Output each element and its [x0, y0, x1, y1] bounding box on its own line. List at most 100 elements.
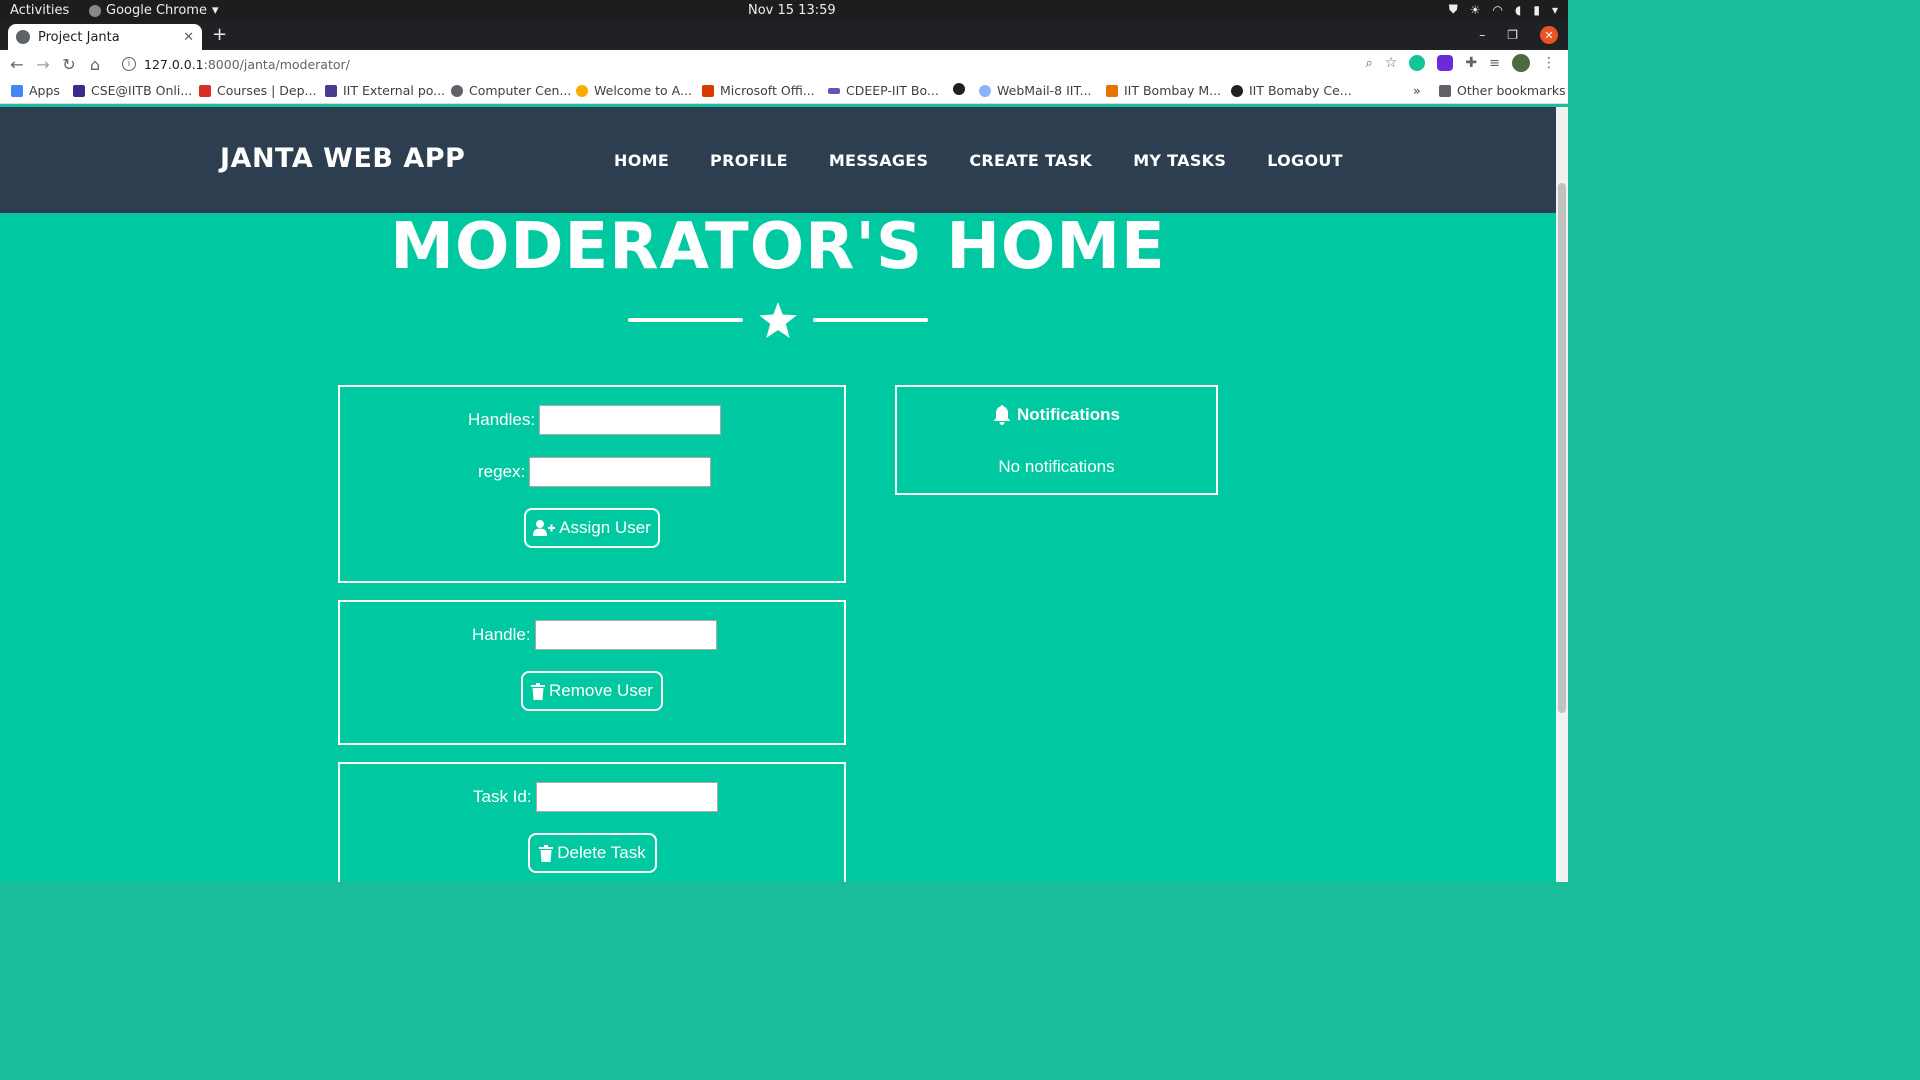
bookmark-label: Apps	[29, 83, 60, 98]
os-top-bar: Activities Google Chrome ▾ Nov 15 13:59 …	[0, 0, 1568, 22]
bookmark-item[interactable]: IIT Bombay M...	[1106, 83, 1221, 98]
more-bookmarks-button[interactable]: »	[1413, 83, 1421, 98]
divider-line	[813, 318, 928, 322]
globe-icon	[16, 30, 30, 44]
regex-input[interactable]	[529, 457, 712, 487]
grammarly-extension-icon[interactable]	[1409, 55, 1426, 71]
bookmark-item[interactable]: CDEEP-IIT Bo...	[828, 83, 939, 98]
remove-user-panel: Handle: Remove User	[338, 600, 846, 745]
bookmark-label: Other bookmarks	[1457, 83, 1566, 98]
handles-row: Handles:	[468, 405, 722, 435]
url-path: :8000/janta/moderator/	[203, 56, 350, 72]
close-window-button[interactable]: ✕	[1540, 26, 1558, 44]
regex-row: regex:	[478, 457, 712, 487]
globe-icon	[1231, 84, 1243, 97]
task-id-label: Task Id:	[473, 787, 532, 806]
globe-icon	[953, 83, 965, 95]
bookmark-item[interactable]: Computer Cen...	[451, 83, 571, 98]
task-id-input[interactable]	[535, 782, 718, 812]
browser-tab[interactable]: Project Janta ✕	[8, 24, 202, 50]
media-icon[interactable]: ≡	[1489, 56, 1500, 71]
bookmark-label: CDEEP-IIT Bo...	[846, 83, 939, 98]
delete-task-button[interactable]: Delete Task	[528, 833, 657, 873]
other-bookmarks[interactable]: Other bookmarks	[1439, 83, 1566, 98]
tab-strip: Project Janta ✕	[0, 22, 1568, 50]
iitb-moodle-icon	[1106, 84, 1118, 97]
bookmark-item[interactable]: Microsoft Offi...	[702, 83, 815, 98]
home-icon[interactable]: ⌂	[82, 55, 108, 74]
url-host: 127.0.0.1	[144, 56, 204, 72]
restore-button[interactable]: ❐	[1507, 28, 1518, 42]
task-id-row: Task Id:	[473, 782, 718, 812]
window-controls: – ❐ ✕	[1479, 26, 1558, 44]
back-icon[interactable]: ←	[4, 55, 30, 74]
nav-create-task[interactable]: CREATE TASK	[969, 151, 1092, 170]
menu-icon[interactable]: ⋮	[1542, 55, 1556, 71]
user-plus-icon	[533, 520, 556, 536]
bookmark-label: IIT External po...	[343, 83, 446, 98]
caret-down-icon: ▾	[211, 3, 219, 18]
system-tray[interactable]: ⛊ ☀ ◠ ◖ ▮ ▾	[1449, 2, 1558, 17]
app-menu[interactable]: Google Chrome ▾	[89, 3, 219, 18]
info-icon[interactable]: i	[122, 57, 136, 71]
delete-task-panel: Task Id: Delete Task	[338, 762, 846, 882]
site-navbar: JANTA WEB APP HOME PROFILE MESSAGES CREA…	[0, 107, 1556, 213]
nav-messages[interactable]: MESSAGES	[829, 151, 929, 170]
iit-icon	[325, 84, 337, 97]
bookmark-item[interactable]: Courses | Dep...	[199, 83, 316, 98]
nav-home[interactable]: HOME	[614, 151, 669, 170]
app-name: Google Chrome	[106, 3, 207, 18]
bookmark-star-icon[interactable]: ☆	[1385, 55, 1398, 71]
bookmark-item[interactable]: CSE@IITB Onli...	[73, 83, 192, 98]
page-scrollbar[interactable]	[1556, 107, 1568, 882]
nav-logout[interactable]: LOGOUT	[1267, 151, 1343, 170]
nav-profile[interactable]: PROFILE	[710, 151, 788, 170]
notifications-header: Notifications	[897, 405, 1216, 425]
bookmark-label: WebMail-8 IIT...	[997, 83, 1092, 98]
handle-input[interactable]	[534, 620, 717, 650]
caret-down-icon: ▾	[1551, 2, 1558, 17]
cse-icon	[73, 84, 85, 97]
bookmark-label: Microsoft Offi...	[720, 83, 815, 98]
nav-my-tasks[interactable]: MY TASKS	[1133, 151, 1226, 170]
bookmark-label: IIT Bombay M...	[1124, 83, 1222, 98]
bookmark-label: Welcome to A...	[594, 83, 692, 98]
new-tab-button[interactable]: +	[212, 26, 227, 44]
bookmark-label: IIT Bomaby Ce...	[1249, 83, 1352, 98]
handles-input[interactable]	[539, 405, 722, 435]
web-page: JANTA WEB APP HOME PROFILE MESSAGES CREA…	[0, 107, 1556, 882]
wifi-icon: ◠	[1492, 2, 1504, 17]
bookmark-label: CSE@IITB Onli...	[91, 83, 193, 98]
chrome-icon	[89, 4, 101, 17]
bookmark-item[interactable]: IIT Bomaby Ce...	[1231, 83, 1352, 98]
scrollbar-thumb[interactable]	[1558, 183, 1566, 713]
toolbar-actions: ⌕ ☆ ✚ ≡ ⋮	[1366, 54, 1556, 72]
bookmark-item[interactable]: Apps	[11, 83, 60, 98]
avatar[interactable]	[1512, 54, 1530, 72]
brightness-icon: ☀	[1469, 2, 1481, 17]
clock[interactable]: Nov 15 13:59	[748, 3, 836, 18]
page-title: MODERATOR'S HOME	[390, 210, 1166, 284]
bookmark-item[interactable]	[953, 83, 965, 95]
tab-title: Project Janta	[38, 29, 120, 45]
assign-user-button[interactable]: Assign User	[524, 508, 660, 548]
bookmark-item[interactable]: Welcome to A...	[576, 83, 692, 98]
forward-icon[interactable]: →	[30, 55, 56, 74]
assign-user-label: Assign User	[559, 518, 651, 537]
address-bar[interactable]: i 127.0.0.1:8000/janta/moderator/	[114, 52, 1404, 76]
bookmark-item[interactable]: WebMail-8 IIT...	[979, 83, 1092, 98]
minimize-button[interactable]: –	[1479, 28, 1485, 42]
close-icon[interactable]: ✕	[183, 30, 194, 45]
extension-icon[interactable]	[1437, 55, 1454, 71]
reload-icon[interactable]: ↻	[56, 55, 82, 74]
bookmark-item[interactable]: IIT External po...	[325, 83, 445, 98]
activities-button[interactable]: Activities	[10, 3, 69, 18]
zoom-icon[interactable]: ⌕	[1366, 56, 1373, 71]
handle-row: Handle:	[472, 620, 717, 650]
apps-grid-icon	[11, 84, 23, 97]
remove-user-button[interactable]: Remove User	[521, 671, 663, 711]
remove-user-label: Remove User	[549, 681, 653, 700]
puzzle-icon[interactable]: ✚	[1465, 55, 1477, 71]
site-brand[interactable]: JANTA WEB APP	[220, 143, 465, 174]
star-icon	[759, 302, 797, 338]
